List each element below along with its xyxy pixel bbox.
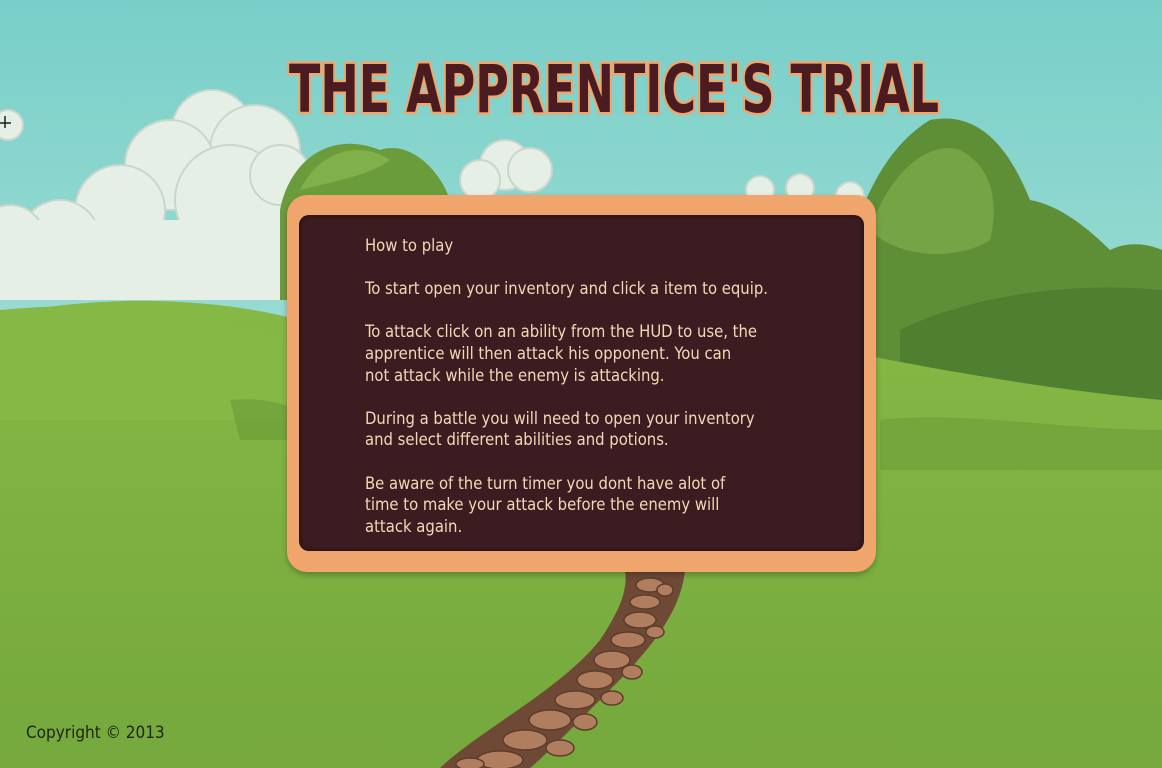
instructions-heading: How to play <box>365 236 454 255</box>
instructions-panel: How to play To start open your inventory… <box>299 215 864 551</box>
copyright-text: Copyright © 2013 <box>26 723 165 743</box>
instructions-paragraph: During a battle you will need to open yo… <box>365 408 755 450</box>
instructions-paragraph: Be aware of the turn timer you dont have… <box>365 473 726 536</box>
title-text: THE APPRENTICE'S TRIAL <box>289 51 939 128</box>
instructions-paragraph: To start open your inventory and click a… <box>365 279 768 299</box>
instructions-board: How to play To start open your inventory… <box>287 195 876 572</box>
game-title: THE APPRENTICE'S TRIAL <box>287 49 942 131</box>
instructions-paragraph: To attack click on an ability from the H… <box>365 322 758 385</box>
instructions-text: How to play To start open your inventory… <box>365 235 835 537</box>
crosshair-cursor-icon <box>0 116 11 128</box>
